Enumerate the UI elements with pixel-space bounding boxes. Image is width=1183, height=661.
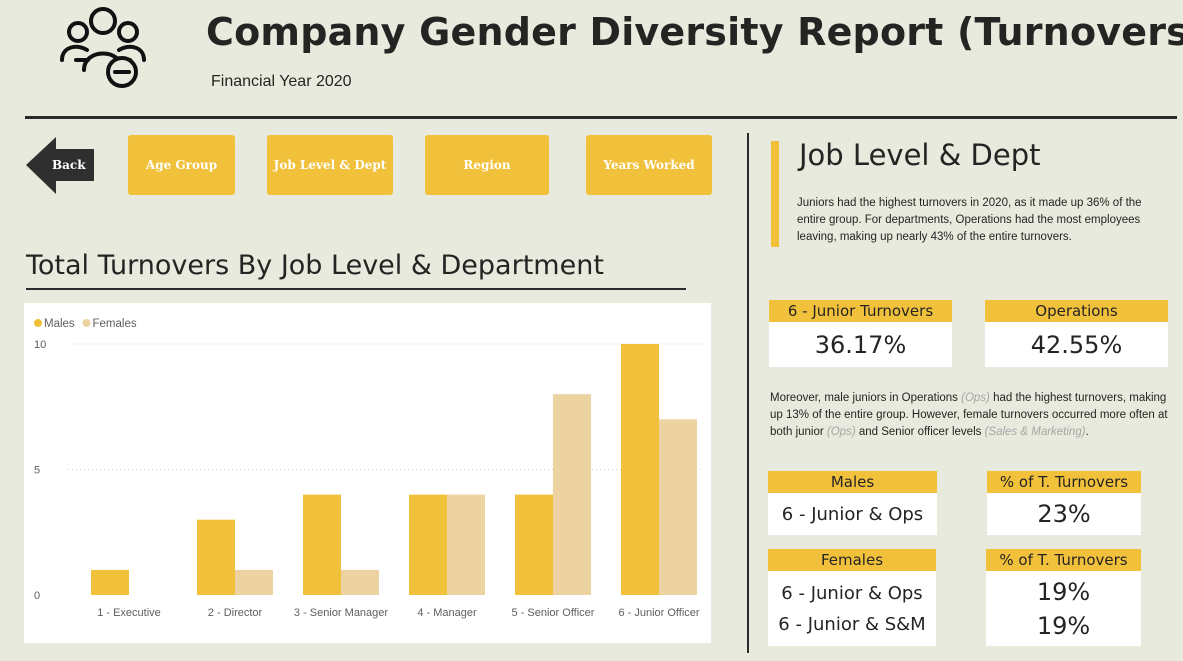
females-values: 6 - Junior & Ops 6 - Junior & S&M bbox=[768, 571, 936, 646]
section-accent-bar bbox=[771, 141, 779, 247]
nav-region-button[interactable]: Region bbox=[425, 135, 549, 195]
bar bbox=[91, 569, 129, 595]
page-subtitle: Financial Year 2020 bbox=[211, 73, 352, 90]
bar bbox=[447, 494, 485, 595]
bar bbox=[553, 394, 591, 595]
y-tick-label: 10 bbox=[34, 339, 46, 351]
x-tick-label: 3 - Senior Manager bbox=[294, 607, 388, 619]
females-label: Females bbox=[768, 549, 936, 571]
x-tick-label: 5 - Senior Officer bbox=[512, 607, 595, 619]
kpi-operations-label: Operations bbox=[985, 300, 1168, 322]
y-tick-label: 0 bbox=[34, 590, 40, 602]
bar-chart: 0 5 10 Males Females 1 - Executive 2 - Directo… bbox=[34, 318, 704, 619]
bar bbox=[515, 494, 553, 595]
females-value-1: 6 - Junior & Ops bbox=[781, 582, 923, 604]
kpi-junior-value: 36.17% bbox=[769, 322, 952, 367]
bar bbox=[235, 569, 273, 595]
bar bbox=[341, 569, 379, 595]
nav-job-level-dept-button[interactable]: Job Level & Dept bbox=[267, 135, 393, 195]
males-pct-label: % of T. Turnovers bbox=[987, 471, 1141, 493]
females-pct-value-2: 19% bbox=[1036, 611, 1091, 640]
males-value: 6 - Junior & Ops bbox=[768, 493, 937, 535]
vertical-divider bbox=[747, 133, 749, 653]
legend-marker bbox=[34, 319, 42, 327]
females-pct-values: 19% 19% bbox=[986, 571, 1141, 646]
nav-age-group-button[interactable]: Age Group bbox=[128, 135, 235, 195]
x-tick-label: 2 - Director bbox=[208, 607, 263, 619]
x-tick-label: 1 - Executive bbox=[97, 607, 161, 619]
bar bbox=[659, 419, 697, 595]
bar bbox=[409, 494, 447, 595]
chart-title-underline bbox=[26, 288, 686, 290]
legend-label: Males bbox=[44, 318, 75, 330]
x-tick-label: 6 - Junior Officer bbox=[618, 607, 699, 619]
bar bbox=[197, 519, 235, 595]
females-pct-value-1: 19% bbox=[1036, 577, 1091, 606]
y-tick-label: 5 bbox=[34, 465, 40, 477]
detail-paragraph: Moreover, male juniors in Operations (Op… bbox=[770, 392, 1168, 438]
nav-years-worked-button[interactable]: Years Worked bbox=[586, 135, 712, 195]
kpi-junior-label: 6 - Junior Turnovers bbox=[769, 300, 952, 322]
females-value-2: 6 - Junior & S&M bbox=[778, 613, 926, 635]
kpi-operations-value: 42.55% bbox=[985, 322, 1168, 367]
header-divider bbox=[25, 116, 1177, 119]
males-label: Males bbox=[768, 471, 937, 493]
legend-label: Females bbox=[93, 318, 137, 330]
bar bbox=[303, 494, 341, 595]
legend-marker bbox=[82, 319, 91, 327]
bar-chart-panel: 0 5 10 Males Females 1 - Executive 2 - Directo… bbox=[24, 303, 711, 643]
page-title: Company Gender Diversity Report (Turnove… bbox=[206, 10, 1183, 54]
bar bbox=[621, 344, 659, 595]
males-pct-value: 23% bbox=[987, 493, 1141, 535]
back-button-label[interactable]: Back bbox=[52, 158, 86, 172]
females-pct-label: % of T. Turnovers bbox=[986, 549, 1141, 571]
x-tick-label: 4 - Manager bbox=[417, 607, 477, 619]
section-title: Job Level & Dept bbox=[799, 138, 1041, 172]
chart-title: Total Turnovers By Job Level & Departmen… bbox=[26, 250, 604, 281]
intro-paragraph: Juniors had the highest turnovers in 202… bbox=[797, 197, 1142, 243]
people-minus-icon bbox=[60, 7, 146, 88]
